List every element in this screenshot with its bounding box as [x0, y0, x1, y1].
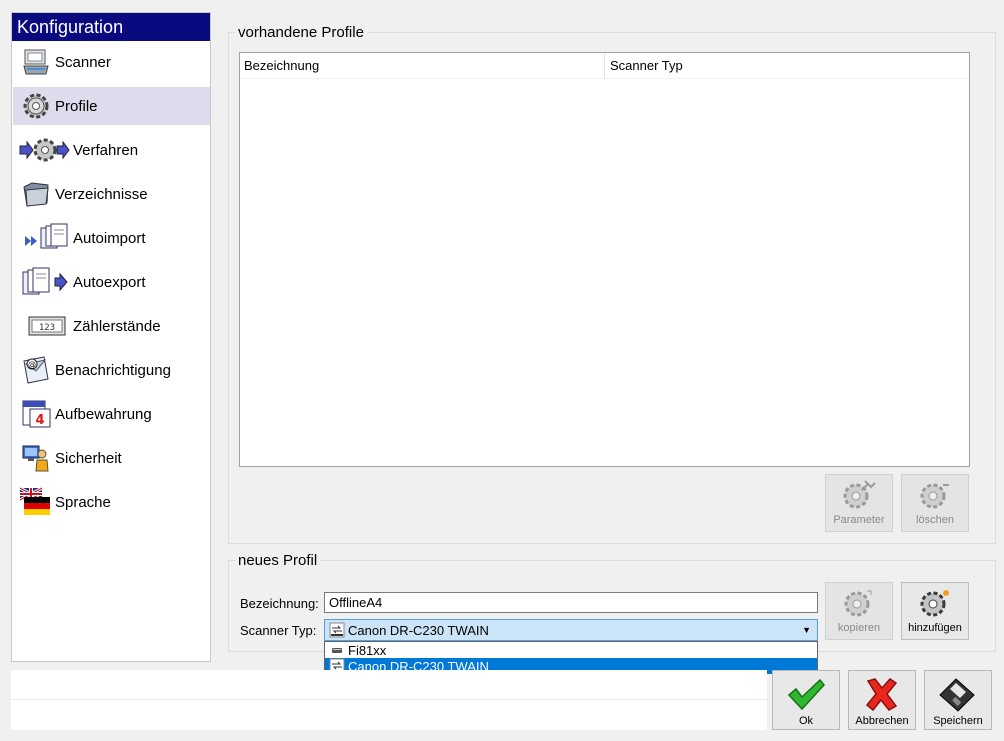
- scanner-type-label: Scanner Typ:: [240, 623, 317, 638]
- scanner-icon: [19, 46, 53, 78]
- calendar-icon: 4: [19, 398, 53, 430]
- sidebar-item-label: Verfahren: [73, 141, 139, 159]
- import-documents-icon: [19, 222, 71, 254]
- parameter-label: Parameter: [833, 514, 885, 526]
- scanner-type-select[interactable]: Canon DR-C230 TWAIN ▼: [324, 619, 818, 641]
- gear-add-icon: [917, 585, 953, 621]
- add-label: hinzufügen: [908, 622, 962, 634]
- dropdown-arrow-icon[interactable]: ▼: [802, 625, 811, 635]
- gear-icon: [19, 90, 53, 122]
- sidebar-item-sicherheit[interactable]: Sicherheit: [13, 439, 210, 477]
- option-label: Fi81xx: [348, 642, 387, 658]
- gear-wrench-icon: [841, 477, 877, 513]
- sidebar-item-label: Scanner: [55, 53, 111, 71]
- sidebar-item-autoexport[interactable]: Autoexport: [13, 263, 210, 301]
- sidebar-item-scanner[interactable]: Scanner: [13, 43, 210, 81]
- sidebar-title: Konfiguration: [12, 13, 210, 41]
- sidebar-item-aufbewahrung[interactable]: 4 Aufbewahrung: [13, 395, 210, 433]
- save-button[interactable]: Speichern: [924, 670, 992, 730]
- new-profile-legend: neues Profil: [238, 552, 318, 569]
- sidebar-item-label: Profile: [55, 97, 98, 115]
- delete-button[interactable]: löschen: [901, 474, 969, 532]
- copy-button[interactable]: kopieren: [825, 582, 893, 640]
- email-icon: @: [19, 354, 53, 386]
- floppy-disk-icon: [938, 675, 978, 715]
- add-button[interactable]: hinzufügen: [901, 582, 969, 640]
- svg-text:4: 4: [35, 413, 44, 428]
- scanner-type-value: Canon DR-C230 TWAIN: [348, 622, 489, 638]
- copy-label: kopieren: [837, 622, 881, 634]
- cancel-button[interactable]: Abbrechen: [848, 670, 916, 730]
- sidebar-item-label: Sicherheit: [55, 449, 122, 467]
- ok-button[interactable]: Ok: [772, 670, 840, 730]
- sidebar-item-sprache[interactable]: Sprache: [13, 483, 210, 521]
- folder-icon: [19, 178, 53, 210]
- scanner-small-icon: [332, 648, 342, 653]
- sidebar-item-label: Aufbewahrung: [55, 405, 152, 423]
- sidebar-item-profile[interactable]: Profile: [13, 87, 210, 125]
- column-header-scanner-typ[interactable]: Scanner Typ: [606, 53, 906, 79]
- export-documents-icon: [19, 266, 71, 298]
- flag-icon: [19, 486, 53, 518]
- sidebar-item-label: Autoexport: [73, 273, 146, 291]
- profiles-table[interactable]: Bezeichnung Scanner Typ: [239, 52, 970, 467]
- table-header: Bezeichnung Scanner Typ: [240, 53, 969, 79]
- sidebar-item-verfahren[interactable]: Verfahren: [13, 131, 210, 169]
- save-label: Speichern: [933, 715, 983, 727]
- name-label: Bezeichnung:: [240, 596, 319, 611]
- sidebar-item-label: Verzeichnisse: [55, 185, 148, 203]
- security-user-icon: [19, 442, 53, 474]
- status-area: [11, 670, 767, 730]
- ok-label: Ok: [798, 715, 814, 727]
- sidebar-item-label: Autoimport: [73, 229, 146, 247]
- profile-name-input[interactable]: [324, 592, 818, 613]
- cancel-label: Abbrechen: [855, 715, 909, 727]
- sidebar-item-zaehlerstaende[interactable]: 123 Zählerstände: [13, 307, 210, 345]
- twain-icon: [329, 622, 345, 638]
- sidebar-item-label: Benachrichtigung: [55, 361, 171, 379]
- column-header-bezeichnung[interactable]: Bezeichnung: [240, 53, 605, 79]
- sidebar-item-label: Sprache: [55, 493, 111, 511]
- close-icon: [862, 675, 902, 715]
- gear-copy-icon: [841, 585, 877, 621]
- config-sidebar: Konfiguration Scanner Profile Verfahren …: [11, 12, 211, 662]
- delete-label: löschen: [916, 514, 954, 526]
- sidebar-item-verzeichnisse[interactable]: Verzeichnisse: [13, 175, 210, 213]
- svg-text:123: 123: [39, 323, 55, 333]
- parameter-button[interactable]: Parameter: [825, 474, 893, 532]
- sidebar-item-autoimport[interactable]: Autoimport: [13, 219, 210, 257]
- status-divider: [11, 699, 767, 700]
- scanner-option-fi81xx[interactable]: Fi81xx: [325, 642, 817, 658]
- svg-text:@: @: [28, 360, 36, 369]
- counter-icon: 123: [19, 310, 71, 342]
- gear-delete-icon: [917, 477, 953, 513]
- sidebar-item-label: Zählerstände: [73, 317, 161, 335]
- sidebar-item-benachrichtigung[interactable]: @ Benachrichtigung: [13, 351, 210, 389]
- process-gear-icon: [19, 134, 71, 166]
- existing-profiles-legend: vorhandene Profile: [238, 24, 364, 41]
- check-icon: [786, 675, 826, 715]
